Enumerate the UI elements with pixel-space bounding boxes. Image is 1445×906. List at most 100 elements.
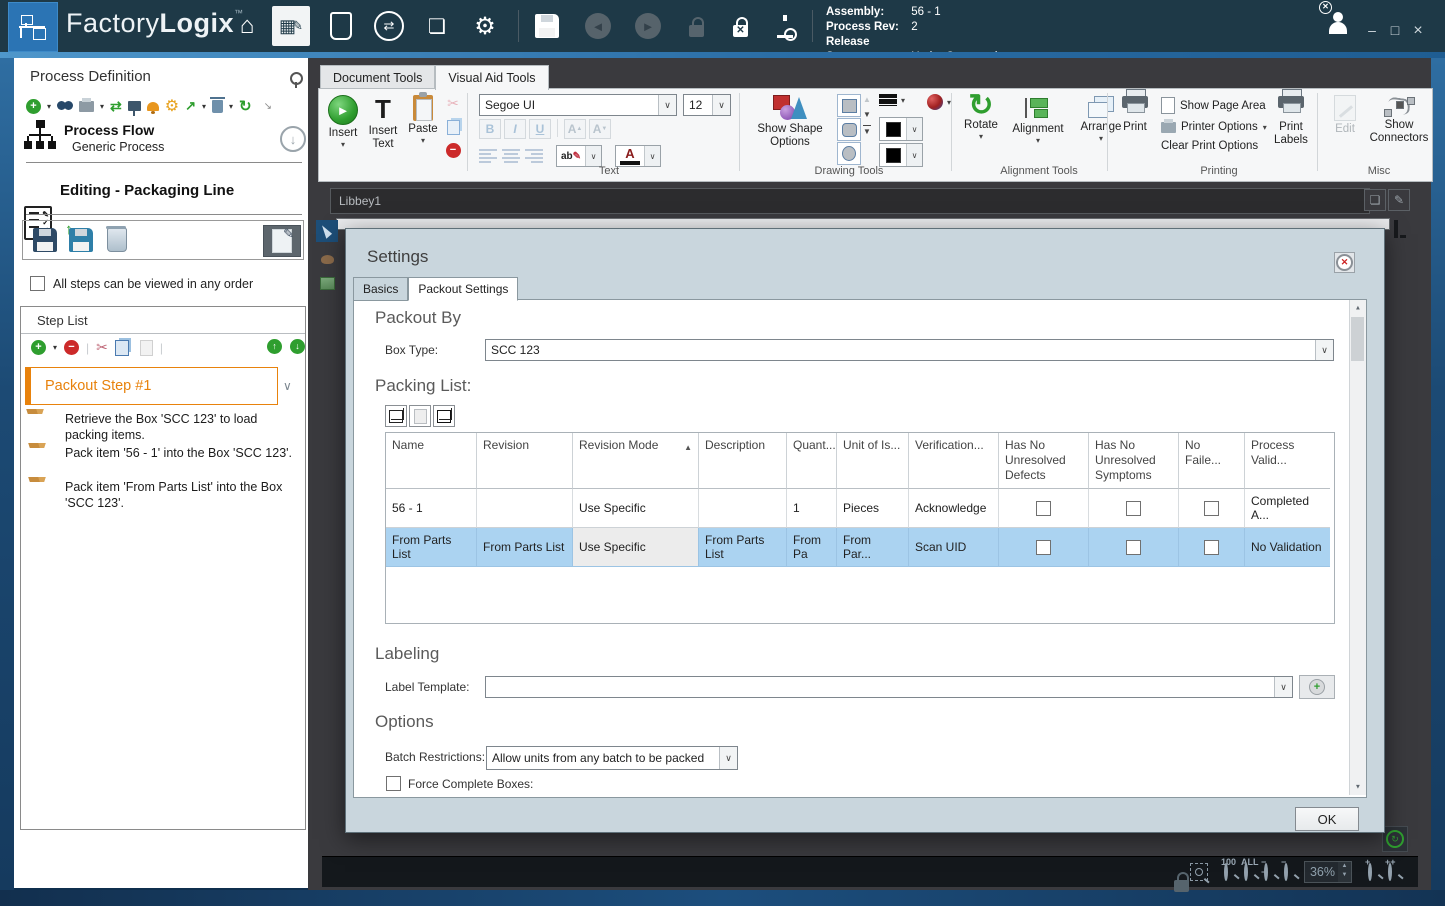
scrollbar-thumb[interactable]	[1351, 317, 1364, 361]
refresh-icon[interactable]: ↻	[239, 97, 252, 115]
show-connectors-button[interactable]: Show Connectors	[1369, 93, 1429, 145]
no-failed-checkbox[interactable]	[1204, 539, 1219, 555]
zoom-out-button[interactable]: −	[1281, 857, 1288, 881]
cell-has-no-defects[interactable]	[999, 528, 1089, 567]
move-step-up-button[interactable]: ↑	[267, 339, 282, 354]
col-header[interactable]: Has No Unresolved Defects	[999, 433, 1089, 489]
edit-mode-button[interactable]	[263, 225, 301, 257]
cell-has-no-defects[interactable]	[999, 489, 1089, 528]
zoom-selection-button[interactable]	[1190, 863, 1208, 881]
doc-edit-button[interactable]: ✎	[1388, 189, 1410, 211]
rotate-button[interactable]: ↻ Rotate ▾	[959, 91, 1003, 142]
cell-quantity[interactable]: 1	[787, 489, 837, 528]
cell-revision-mode[interactable]: Use Specific	[573, 489, 699, 528]
save-process-button[interactable]	[31, 227, 59, 253]
col-header[interactable]: Has No Unresolved Symptoms	[1089, 433, 1179, 489]
show-page-area-button[interactable]: Show Page Area	[1161, 97, 1267, 114]
zoom-in-button[interactable]: +	[1365, 857, 1372, 881]
add-step-dropdown[interactable]: ▾	[53, 343, 57, 352]
stamp-tool-button[interactable]	[316, 248, 338, 270]
archive-button[interactable]	[322, 6, 360, 46]
col-header[interactable]: Revision	[477, 433, 573, 489]
shape-ellipse-icon[interactable]	[837, 142, 861, 165]
gallery-more-icon[interactable]: ▼	[863, 125, 871, 136]
gallery-down-icon[interactable]: ▼	[863, 110, 871, 119]
highlight-color-button[interactable]: ab✎ ∨	[556, 145, 602, 167]
add-button[interactable]: +	[26, 98, 41, 114]
ok-button[interactable]: OK	[1295, 807, 1359, 831]
zoom-100-button[interactable]: 100	[1221, 857, 1236, 881]
discard-button[interactable]	[103, 226, 131, 253]
defects-checkbox[interactable]	[1036, 539, 1051, 555]
dialog-scrollbar[interactable]: ▲ ▼	[1349, 300, 1366, 795]
minimize-button[interactable]: –	[1362, 22, 1382, 38]
close-button[interactable]: ×	[1408, 22, 1428, 40]
clear-print-options-button[interactable]: Clear Print Options	[1161, 140, 1267, 152]
cell-revision-mode[interactable]: Use Specific	[573, 528, 699, 567]
show-shape-options-button[interactable]: Show Shape Options	[747, 93, 833, 149]
cell-no-failed[interactable]	[1179, 528, 1245, 567]
table-row-selected[interactable]: From Parts List From Parts List Use Spec…	[386, 528, 1334, 567]
process-editor-button[interactable]: ▦ ✎	[272, 6, 310, 46]
export-dropdown[interactable]: ▾	[202, 102, 206, 111]
delete-object-button[interactable]: −	[445, 143, 461, 158]
any-order-checkbox[interactable]	[30, 276, 45, 291]
cell-revision[interactable]: From Parts List	[477, 528, 573, 567]
col-header[interactable]: Process Valid...	[1245, 433, 1330, 489]
fill-color-combo[interactable]: ∨	[879, 117, 923, 141]
scroll-up-icon[interactable]: ▲	[1350, 300, 1365, 315]
print-labels-button[interactable]: Print Labels	[1269, 89, 1313, 147]
sync-button[interactable]: ⇄	[370, 6, 408, 46]
symptoms-checkbox[interactable]	[1126, 539, 1141, 555]
tab-basics[interactable]: Basics	[353, 277, 409, 301]
add-step-button[interactable]: +	[31, 340, 46, 355]
no-failed-checkbox[interactable]	[1204, 500, 1219, 516]
tab-packout-settings[interactable]: Packout Settings	[408, 277, 519, 301]
home-button[interactable]: ⌂	[228, 6, 266, 46]
zoom-in-fast-button[interactable]: ++	[1385, 857, 1396, 881]
printer-options-button[interactable]: Printer Options ▾	[1161, 118, 1267, 133]
col-header[interactable]: Name	[386, 433, 477, 489]
doc-copy-button[interactable]: ❏	[1364, 189, 1386, 211]
bell-icon[interactable]	[146, 101, 159, 114]
delete-dropdown[interactable]: ▾	[229, 102, 233, 111]
settings-button[interactable]: ⚙	[466, 6, 504, 46]
cell-verification[interactable]: Acknowledge	[909, 489, 999, 528]
cell-process-validation[interactable]: Completed A...	[1245, 489, 1330, 528]
step-item[interactable]: Pack item '56 - 1' into the Box 'SCC 123…	[65, 445, 303, 461]
shape-square-icon[interactable]	[837, 94, 861, 117]
cell-unit[interactable]: From Par...	[837, 528, 909, 567]
document-name-input[interactable]: Libbey1	[330, 188, 1370, 214]
collapse-icon[interactable]: ↘	[264, 101, 272, 112]
export-icon[interactable]: ↗	[185, 98, 196, 114]
font-family-combo[interactable]: Segoe UI ∨	[479, 94, 677, 116]
add-label-template-button[interactable]: +	[1299, 675, 1335, 699]
shape-rounded-icon[interactable]	[837, 118, 861, 141]
find-icon[interactable]	[57, 101, 74, 111]
line-color-combo[interactable]: ∨	[879, 143, 923, 167]
line-style-button[interactable]: ▾	[879, 94, 905, 106]
col-header[interactable]: Verification...	[909, 433, 999, 489]
defects-checkbox[interactable]	[1036, 500, 1051, 516]
step-chevron-icon[interactable]: ∨	[283, 379, 292, 393]
maximize-button[interactable]: □	[1385, 22, 1405, 38]
font-color-button[interactable]: A ∨	[615, 145, 661, 167]
cell-name[interactable]: 56 - 1	[386, 489, 477, 528]
cut-icon[interactable]: ✂	[96, 339, 108, 356]
zoom-all-button[interactable]: ALL	[1241, 857, 1259, 881]
insert-button[interactable]: ► Insert ▾	[325, 93, 361, 149]
process-search-button[interactable]	[766, 6, 804, 46]
symptoms-checkbox[interactable]	[1126, 500, 1141, 516]
cell-revision[interactable]	[477, 489, 573, 528]
table-row[interactable]: 56 - 1 Use Specific 1 Pieces Acknowledge…	[386, 489, 1334, 528]
cell-has-no-symptoms[interactable]	[1089, 489, 1179, 528]
alignment-button[interactable]: Alignment ▾	[1007, 93, 1069, 145]
col-header[interactable]: Unit of Is...	[837, 433, 909, 489]
lock-button[interactable]: ✕	[722, 6, 760, 46]
dialog-close-button[interactable]: ✕	[1334, 252, 1355, 273]
copy-icon[interactable]	[114, 339, 129, 356]
insert-text-button[interactable]: T Insert Text	[363, 93, 403, 151]
col-header[interactable]: Revision Mode ▲	[573, 433, 699, 489]
print-button[interactable]: Print	[1115, 89, 1155, 134]
cell-name[interactable]: From Parts List	[386, 528, 477, 567]
